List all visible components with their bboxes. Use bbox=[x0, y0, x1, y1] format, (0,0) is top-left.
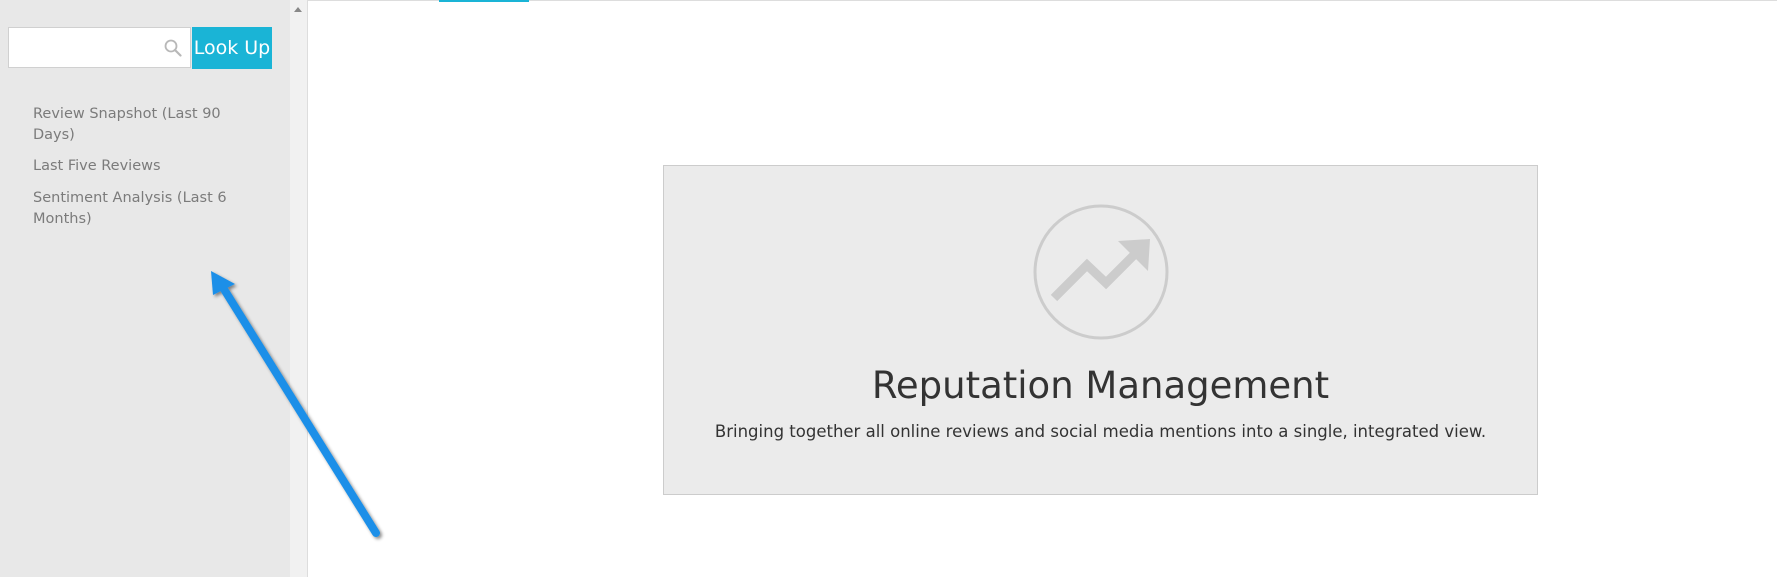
sidebar-nav: Review Snapshot (Last 90 Days) Last Five… bbox=[33, 104, 263, 242]
reputation-management-card: Reputation Management Bringing together … bbox=[663, 165, 1538, 495]
promo-subtitle: Bringing together all online reviews and… bbox=[714, 422, 1487, 441]
promo-title: Reputation Management bbox=[871, 364, 1330, 407]
sidebar-item-review-snapshot[interactable]: Review Snapshot (Last 90 Days) bbox=[33, 104, 263, 146]
sidebar-item-sentiment-analysis[interactable]: Sentiment Analysis (Last 6 Months) bbox=[33, 188, 263, 230]
search-field[interactable] bbox=[8, 27, 191, 68]
sidebar-scrollbar[interactable] bbox=[290, 0, 308, 577]
search-icon bbox=[164, 39, 182, 57]
sidebar: Look Up Review Snapshot (Last 90 Days) L… bbox=[0, 0, 290, 577]
look-up-button[interactable]: Look Up bbox=[192, 27, 272, 69]
scroll-up-arrow-icon[interactable] bbox=[294, 7, 302, 12]
sidebar-item-last-five-reviews[interactable]: Last Five Reviews bbox=[33, 156, 263, 177]
active-tab-indicator bbox=[439, 0, 529, 2]
search-input[interactable] bbox=[9, 28, 175, 67]
trending-up-icon bbox=[1033, 204, 1169, 340]
